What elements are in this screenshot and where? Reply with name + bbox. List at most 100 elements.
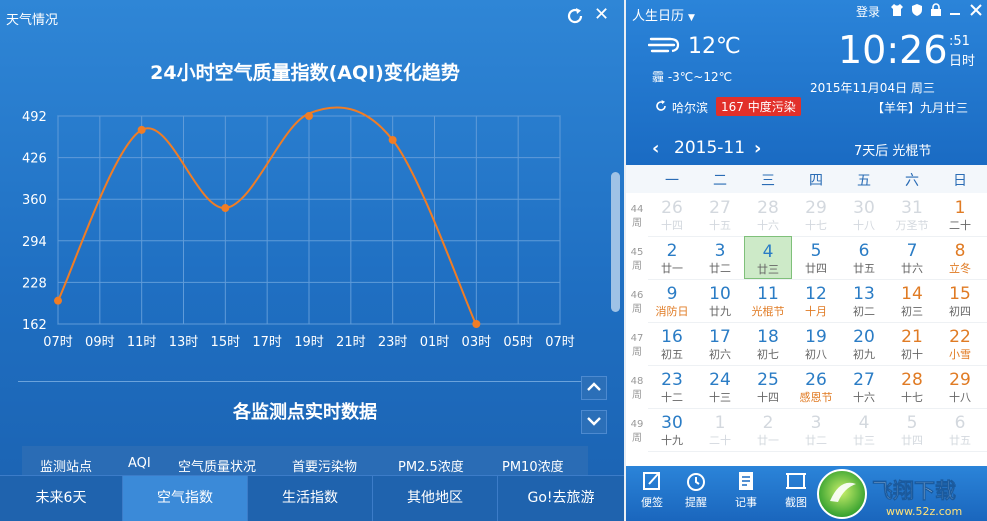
tab-life-index[interactable]: 生活指数 [248, 476, 373, 521]
shield-icon[interactable] [910, 3, 924, 17]
refresh-icon[interactable] [565, 6, 585, 26]
day-number: 8 [954, 241, 966, 261]
y-tick-label: 426 [22, 152, 47, 167]
calendar-day[interactable]: 20 初九 [840, 322, 888, 365]
calendar-day[interactable]: 4 廿三 [840, 408, 888, 451]
aqi-data-point [221, 204, 230, 213]
calendar-day[interactable]: 26 感恩节 [792, 365, 840, 408]
calendar-day[interactable]: 2 廿一 [744, 408, 792, 451]
lock-icon[interactable] [929, 3, 943, 17]
weekday-sat: 六 [905, 173, 919, 189]
calendar-day[interactable]: 16 初五 [648, 322, 696, 365]
day-number: 1 [714, 413, 726, 433]
calendar-day[interactable]: 29 十八 [936, 365, 984, 408]
close-icon[interactable] [969, 3, 983, 17]
calendar-day[interactable]: 18 初七 [744, 322, 792, 365]
day-lunar-label: 初七 [757, 348, 779, 361]
day-number: 26 [805, 370, 827, 390]
tab-travel[interactable]: Go!去旅游 [498, 476, 624, 521]
calendar-day[interactable]: 28 十七 [888, 365, 936, 408]
calendar-day[interactable]: 15 初四 [936, 279, 984, 322]
calendar-day[interactable]: 2 廿一 [648, 236, 696, 279]
day-number: 10 [709, 284, 731, 304]
app-title-menu[interactable]: 人生日历 ▼ [632, 5, 695, 24]
day-lunar-label: 十四 [661, 219, 683, 232]
calendar-day[interactable]: 19 初八 [792, 322, 840, 365]
calendar-day[interactable]: 25 十四 [744, 365, 792, 408]
day-lunar-label: 廿四 [805, 262, 827, 275]
calendar-day[interactable]: 11 光棍节 [744, 279, 792, 322]
city-name[interactable]: 哈尔滨 [672, 99, 708, 116]
calendar-day[interactable]: 17 初六 [696, 322, 744, 365]
tab-other-regions[interactable]: 其他地区 [373, 476, 498, 521]
calendar-day[interactable]: 27 十六 [840, 365, 888, 408]
week-row-divider [648, 451, 987, 452]
calendar-day[interactable]: 3 廿二 [696, 236, 744, 279]
tab-air-index[interactable]: 空气指数 [123, 476, 248, 521]
notebook-icon [739, 472, 753, 490]
calendar-day[interactable]: 24 十三 [696, 365, 744, 408]
col-pollutant: 首要污染物 [292, 460, 358, 475]
calendar-day[interactable]: 26 十四 [648, 193, 696, 236]
day-lunar-label: 廿九 [709, 305, 731, 318]
day-number: 6 [954, 413, 966, 433]
calendar-day[interactable]: 31 万圣节 [888, 193, 936, 236]
calendar-day[interactable]: 23 十二 [648, 365, 696, 408]
calendar-day[interactable]: 8 立冬 [936, 236, 984, 279]
tab-forecast[interactable]: 未来6天 [0, 476, 123, 521]
prev-month-button[interactable]: ‹ [652, 138, 659, 159]
calendar-day[interactable]: 21 初十 [888, 322, 936, 365]
calendar-day[interactable]: 29 十七 [792, 193, 840, 236]
day-lunar-label: 廿五 [949, 434, 971, 447]
calendar-day[interactable]: 10 廿九 [696, 279, 744, 322]
tool-notebook[interactable]: 记事 [722, 470, 770, 510]
calendar-day[interactable]: 27 十五 [696, 193, 744, 236]
calendar-day[interactable]: 6 廿五 [936, 408, 984, 451]
upcoming-event[interactable]: 7天后 光棍节 [854, 140, 931, 159]
calendar-day[interactable]: 28 十六 [744, 193, 792, 236]
tool-note[interactable]: 便签 [628, 470, 676, 510]
day-lunar-label: 十六 [757, 219, 779, 232]
month-label[interactable]: 2015-11 [674, 138, 745, 158]
login-link[interactable]: 登录 [856, 3, 880, 20]
minimize-icon[interactable] [948, 3, 962, 17]
aqi-data-point [137, 125, 146, 134]
calendar-day[interactable]: 30 十九 [648, 408, 696, 451]
next-month-button[interactable]: › [754, 138, 761, 159]
aqi-badge[interactable]: 167 中度污染 [716, 97, 801, 116]
weekday-tue: 二 [713, 173, 727, 189]
week-number-label: 周 [632, 390, 642, 401]
day-lunar-label: 廿五 [853, 262, 875, 275]
calendar-day-today[interactable]: 4 廿三 [744, 236, 792, 279]
day-lunar-label: 初三 [901, 305, 923, 318]
calendar-day[interactable]: 30 十八 [840, 193, 888, 236]
month-navigation: ‹ 2015-11 › 7天后 光棍节 [626, 130, 987, 165]
calendar-day[interactable]: 1 二十 [936, 193, 984, 236]
tool-reminder[interactable]: 提醒 [672, 470, 720, 510]
day-lunar-label: 二十 [709, 434, 731, 447]
chevron-up-icon [587, 382, 601, 391]
calendar-day[interactable]: 5 廿四 [888, 408, 936, 451]
week-number-label: 周 [632, 347, 642, 358]
close-icon[interactable]: ✕ [594, 5, 610, 25]
calendar-day[interactable]: 6 廿五 [840, 236, 888, 279]
week-number-value: 45 [630, 247, 644, 258]
calendar-day[interactable]: 5 廿四 [792, 236, 840, 279]
x-tick-label: 07时 [545, 335, 575, 350]
calendar-day[interactable]: 22 小雪 [936, 322, 984, 365]
location-refresh-icon[interactable] [654, 99, 668, 113]
weekday-header: 一 二 三 四 五 六 日 [626, 165, 987, 193]
scroll-up-button[interactable] [581, 376, 607, 400]
week-number-value: 49 [630, 419, 644, 430]
calendar-day[interactable]: 12 十月 [792, 279, 840, 322]
tool-screenshot[interactable]: 截图 [772, 470, 820, 510]
calendar-day[interactable]: 13 初二 [840, 279, 888, 322]
calendar-day[interactable]: 1 二十 [696, 408, 744, 451]
calendar-day[interactable]: 9 消防日 [648, 279, 696, 322]
vertical-scrollbar[interactable] [611, 172, 620, 312]
shirt-icon[interactable] [890, 3, 904, 17]
calendar-day[interactable]: 7 廿六 [888, 236, 936, 279]
col-station: 监测站点 [40, 460, 93, 475]
calendar-day[interactable]: 3 廿二 [792, 408, 840, 451]
calendar-day[interactable]: 14 初三 [888, 279, 936, 322]
